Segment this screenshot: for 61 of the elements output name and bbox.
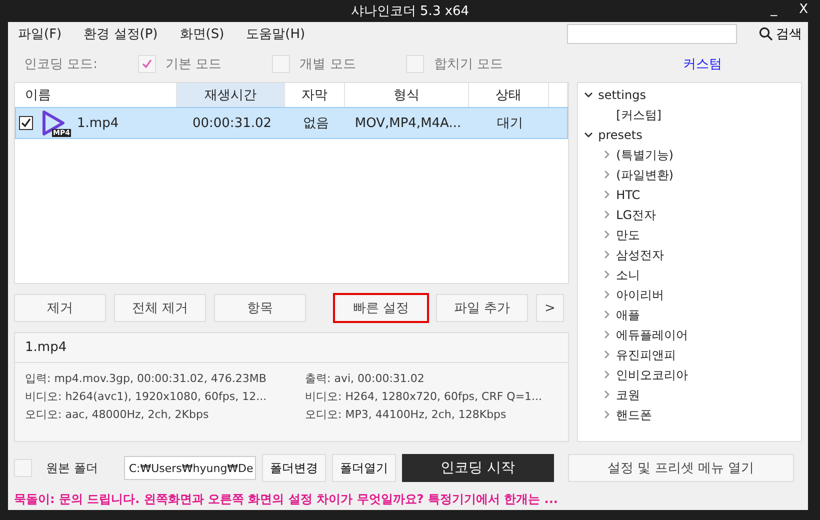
menu-item[interactable]: 도움말(H) [246,25,306,43]
column-header[interactable]: 재생시간 [177,83,285,107]
mode-option-label: 개별 모드 [300,56,356,73]
output-info: 출력: avi, 00:00:31.02 [305,371,426,386]
start-encoding-button[interactable]: 인코딩 시작 [402,454,554,482]
table-cell: MOV,MP4,M4A... [354,116,462,130]
menu-item[interactable]: 환경 설정(P) [84,25,158,43]
search-button[interactable]: 검색 [759,25,802,43]
mode-option-label: 기본 모드 [166,56,222,73]
tree-item[interactable]: (특별기능) [616,146,674,164]
mode-label: 인코딩 모드: [24,56,98,73]
tree-item[interactable]: HTC [616,188,640,202]
source-folder-label: 원본 폴더 [46,460,98,476]
tree-item[interactable]: 소니 [616,266,640,284]
tree-item[interactable]: 핸드폰 [616,406,652,424]
search-icon [759,27,773,41]
tree-item[interactable]: 코원 [616,386,640,404]
table-cell-text: 대기 [497,115,523,132]
tree-item[interactable]: 인비오코리아 [616,366,688,384]
tree-item[interactable]: presets [598,128,642,142]
toolbar-button[interactable]: 전체 제거 [114,294,206,322]
toolbar-button[interactable]: > [536,294,564,322]
menu-item[interactable]: 화면(S) [180,25,224,43]
output-info: 오디오: MP3, 44100Hz, 2ch, 128Kbps [305,407,508,422]
window-title: 샤나인코더 5.3 x64 [350,3,470,20]
check-icon [20,117,32,129]
toolbar-button[interactable]: 빠른 설정 [334,294,428,322]
toolbar-button[interactable]: 파일 추가 [436,294,528,322]
table-cell: 1.mp4 [77,116,119,130]
status-message: 묵돌이: 문의 드립니다. 왼쪽화면과 오른쪽 화면의 설정 차이가 무엇일까요? 특정기기에서 한개는 ... [14,490,558,508]
tree-item[interactable]: 유진피앤피 [616,346,676,364]
change-folder-button[interactable]: 폴더변경 [262,454,326,482]
checkbox[interactable] [19,116,33,130]
input-info: 입력: mp4.mov.3gp, 00:00:31.02, 476.23MB [25,371,268,386]
table-cell: 00:00:31.02 [192,116,272,130]
tree-item[interactable]: [커스텀] [616,106,662,124]
menu-item[interactable]: 파일(F) [18,25,62,43]
tree-item[interactable]: 만도 [616,226,640,244]
tree-item[interactable]: 삼성전자 [616,246,664,264]
tree-item[interactable]: (파일변환) [616,166,674,184]
tree-item[interactable]: settings [598,88,646,102]
tree-item[interactable]: 에듀플레이어 [616,326,688,344]
path-field[interactable]: C:₩Users₩hyung₩De [124,456,256,480]
settings-menu-button[interactable]: 설정 및 프리셋 메뉴 열기 [568,454,794,482]
close-button[interactable]: X [799,2,808,17]
toolbar-button[interactable]: 제거 [14,294,106,322]
input-info: 오디오: aac, 48000Hz, 2ch, 2Kbps [25,407,210,422]
output-info: 비디오: H264, 1280x720, 60fps, CRF Q=1... [305,389,544,404]
search-field[interactable] [567,24,737,44]
tree-item[interactable]: 아이리버 [616,286,664,304]
input-info: 비디오: h264(avc1), 1920x1080, 60fps, 12... [25,389,268,404]
toolbar-button[interactable]: 항목 [214,294,306,322]
open-folder-button[interactable]: 폴더열기 [332,454,396,482]
tree-item[interactable]: LG전자 [616,206,656,224]
tree-item[interactable]: 애플 [616,306,640,324]
table-cell-text: 없음 [303,115,329,132]
mode-option-label: 합치기 모드 [434,56,503,73]
file-name: 1.mp4 [25,340,67,355]
minimize-button[interactable]: _ [770,2,778,17]
preset-name: 커스텀 [683,56,722,73]
check-icon [140,58,153,70]
